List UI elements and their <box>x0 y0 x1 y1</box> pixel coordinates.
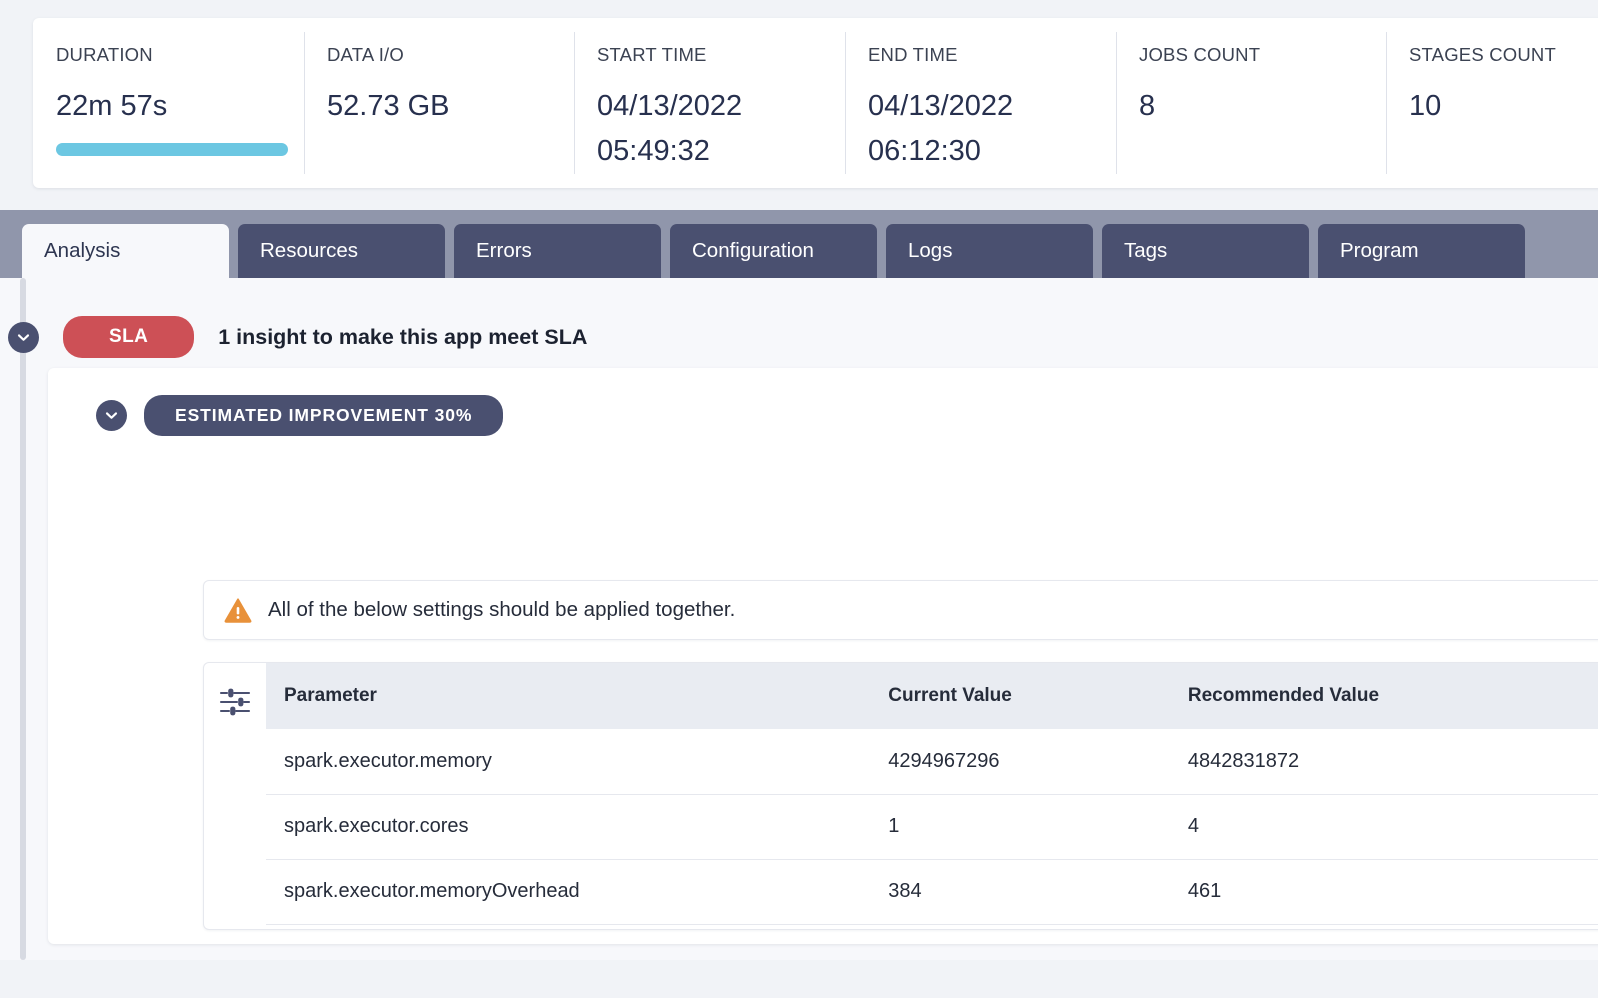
parameters-table: Parameter Current Value Recommended Valu… <box>266 663 1598 929</box>
analysis-panel: SLA 1 insight to make this app meet SLA … <box>0 278 1598 960</box>
metric-label: STAGES COUNT <box>1409 44 1556 65</box>
tab-bar: Analysis Resources Errors Configuration … <box>0 210 1598 278</box>
metric-stages-count: STAGES COUNT 10 <box>1386 18 1598 188</box>
warning-triangle-icon <box>224 597 252 623</box>
metric-label: DURATION <box>56 44 153 65</box>
tab-program[interactable]: Program <box>1318 224 1525 278</box>
sla-insight-summary: 1 insight to make this app meet SLA <box>218 324 588 349</box>
tab-label: Errors <box>476 239 532 262</box>
insight-timeline-rail <box>20 278 26 960</box>
table-row: spark.executor.cores 1 4 <box>266 794 1598 860</box>
sliders-settings-icon <box>218 685 252 929</box>
metric-value: 8 <box>1139 90 1156 122</box>
cell-current: 384 <box>870 859 1170 925</box>
column-header-parameter: Parameter <box>266 663 871 729</box>
tab-label: Logs <box>908 239 953 262</box>
collapse-sla-chevron-down-icon[interactable] <box>8 321 39 353</box>
metric-label: END TIME <box>868 44 958 65</box>
table-row: spark.executor.instances 2 1 <box>266 924 1598 929</box>
parameters-table-body: spark.executor.memory 4294967296 4842831… <box>266 729 1598 929</box>
tab-logs[interactable]: Logs <box>886 224 1093 278</box>
cell-current: 4294967296 <box>870 729 1170 795</box>
duration-progress-fill <box>56 143 288 156</box>
metric-value: 22m 57s <box>56 90 168 122</box>
metric-value: 10 <box>1409 90 1442 122</box>
insight-card-header: ESTIMATED IMPROVEMENT 30% <box>96 395 504 436</box>
metric-label: DATA I/O <box>327 44 404 65</box>
cell-recommended: 4 <box>1169 794 1598 860</box>
parameters-table-head: Parameter Current Value Recommended Valu… <box>266 663 1598 729</box>
metric-jobs-count: JOBS COUNT 8 <box>1116 18 1386 188</box>
table-row: spark.executor.memory 4294967296 4842831… <box>266 729 1598 795</box>
metric-value-date: 04/13/2022 <box>868 90 1014 122</box>
cell-parameter: spark.executor.memoryOverhead <box>266 859 871 925</box>
collapse-insight-chevron-down-icon[interactable] <box>96 400 127 431</box>
column-header-recommended-value: Recommended Value <box>1169 663 1598 729</box>
metric-label: START TIME <box>597 44 707 65</box>
duration-progress-bar <box>56 143 288 156</box>
parameters-table-card: Parameter Current Value Recommended Valu… <box>203 662 1598 930</box>
cell-current: 2 <box>870 924 1170 929</box>
column-header-current-value: Current Value <box>870 663 1170 729</box>
tab-resources[interactable]: Resources <box>238 224 445 278</box>
sla-status-badge: SLA <box>63 316 195 358</box>
cell-parameter: spark.executor.cores <box>266 794 871 860</box>
tab-label: Resources <box>260 239 358 262</box>
metric-value-time: 06:12:30 <box>868 135 981 167</box>
cell-parameter: spark.executor.instances <box>266 924 870 929</box>
cell-recommended: 1 <box>1170 924 1598 929</box>
tab-label: Tags <box>1124 239 1168 262</box>
metric-value-time: 05:49:32 <box>597 135 710 167</box>
metric-end-time: END TIME 04/13/2022 06:12:30 <box>845 18 1116 188</box>
metric-start-time: START TIME 04/13/2022 05:49:32 <box>574 18 845 188</box>
tab-errors[interactable]: Errors <box>454 224 661 278</box>
tab-configuration[interactable]: Configuration <box>670 224 877 278</box>
table-header-row: Parameter Current Value Recommended Valu… <box>266 663 1598 729</box>
tab-analysis[interactable]: Analysis <box>22 224 229 278</box>
metric-data-io: DATA I/O 52.73 GB <box>304 18 574 188</box>
metric-value-date: 04/13/2022 <box>597 90 743 122</box>
cell-current: 1 <box>870 794 1170 860</box>
tab-tags[interactable]: Tags <box>1102 224 1309 278</box>
metric-duration: DURATION 22m 57s <box>33 18 304 188</box>
tab-label: Program <box>1340 239 1419 262</box>
tab-label: Configuration <box>692 239 814 262</box>
settings-note-box: All of the below settings should be appl… <box>203 580 1598 640</box>
metric-value: 52.73 GB <box>327 90 450 122</box>
summary-metrics-card: DURATION 22m 57s DATA I/O 52.73 GB START… <box>33 18 1598 188</box>
estimated-improvement-badge: ESTIMATED IMPROVEMENT 30% <box>144 395 504 436</box>
cell-parameter: spark.executor.memory <box>266 729 871 795</box>
cell-recommended: 461 <box>1169 859 1598 925</box>
metric-label: JOBS COUNT <box>1139 44 1261 65</box>
tab-list: Analysis Resources Errors Configuration … <box>22 224 1525 278</box>
insight-card: ESTIMATED IMPROVEMENT 30% All of the bel… <box>48 368 1598 944</box>
cell-recommended: 4842831872 <box>1169 729 1598 795</box>
table-row: spark.executor.memoryOverhead 384 461 <box>266 859 1598 925</box>
tab-label: Analysis <box>44 239 121 262</box>
table-icon-column <box>204 663 266 929</box>
settings-note-text: All of the below settings should be appl… <box>268 598 736 621</box>
sla-summary-row: SLA 1 insight to make this app meet SLA <box>8 316 587 358</box>
